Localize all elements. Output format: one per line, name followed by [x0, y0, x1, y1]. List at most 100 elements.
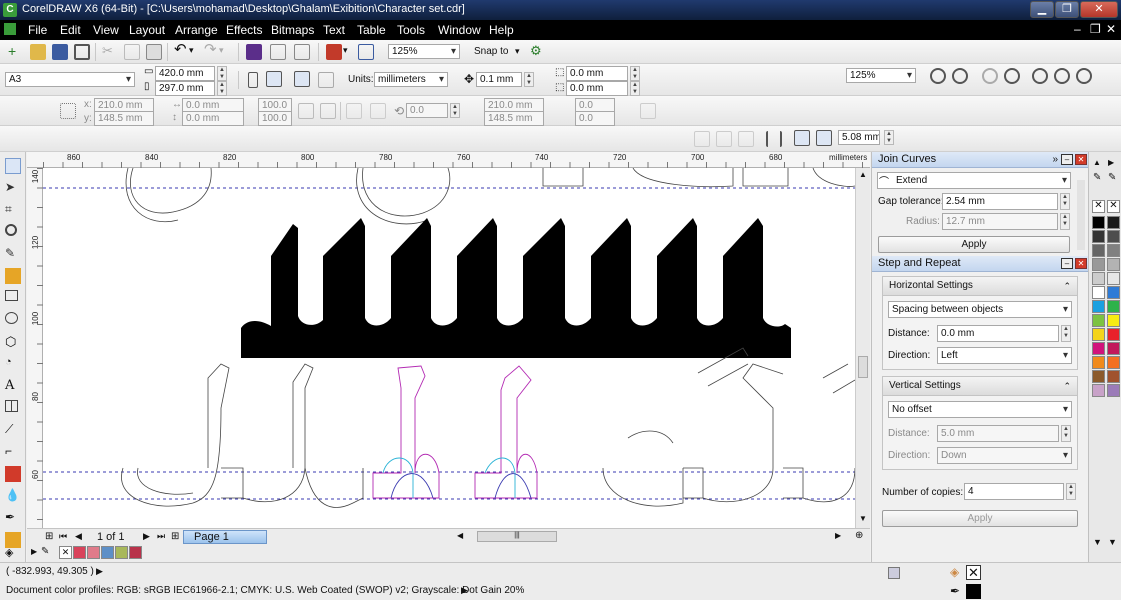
- v-distance-spinner[interactable]: ▲ ▼: [1061, 425, 1071, 442]
- redo-icon[interactable]: ↷: [204, 42, 220, 59]
- rotation-angle-field[interactable]: 0.0: [406, 103, 448, 118]
- basic-shapes-icon[interactable]: ◔: [5, 356, 21, 372]
- palette-eyedropper-icon[interactable]: ✎: [1108, 172, 1116, 183]
- units-dropdown[interactable]: millimeters: [374, 72, 448, 87]
- zoom-icon[interactable]: [5, 224, 17, 236]
- v-distance-field[interactable]: 5.0 mm: [937, 425, 1059, 442]
- align-left-icon[interactable]: [694, 131, 710, 147]
- vertical-scrollbar[interactable]: ▲ ▼: [855, 168, 870, 528]
- portrait-icon[interactable]: [248, 72, 258, 88]
- menu-view[interactable]: View: [93, 23, 119, 37]
- page-width-spinner[interactable]: ▲ ▼: [217, 66, 227, 81]
- palette-swatch[interactable]: [1092, 244, 1105, 257]
- navigator-icon[interactable]: ⊕: [855, 530, 863, 541]
- outline-glyphs-top[interactable]: [125, 168, 855, 225]
- center-y-field[interactable]: 148.5 mm: [484, 111, 544, 126]
- save-icon[interactable]: [52, 44, 68, 60]
- align-right-icon[interactable]: [738, 131, 754, 147]
- gap-tolerance-field[interactable]: 2.54 mm: [942, 193, 1058, 210]
- step-repeat-header[interactable]: Step and Repeat – ✕: [872, 256, 1088, 272]
- polygon-icon[interactable]: ⬡: [5, 334, 21, 350]
- zoom-height-icon[interactable]: [1076, 68, 1092, 84]
- v-direction-dropdown[interactable]: Down: [937, 447, 1072, 464]
- palette-swatch[interactable]: [1092, 384, 1105, 397]
- menu-file[interactable]: File: [28, 23, 47, 37]
- document-icon[interactable]: [4, 23, 16, 35]
- radius-spinner[interactable]: ▲ ▼: [1060, 213, 1070, 230]
- object-details-icon[interactable]: [888, 567, 900, 579]
- landscape-icon[interactable]: [266, 71, 282, 87]
- menu-tools[interactable]: Tools: [397, 23, 425, 37]
- zoom-all-icon[interactable]: [1004, 68, 1020, 84]
- add-page-icon[interactable]: ⊞: [171, 531, 179, 542]
- wrap-text-icon[interactable]: [640, 103, 656, 119]
- object-height-field[interactable]: 0.0 mm: [182, 111, 244, 126]
- scroll-right-icon[interactable]: ▶: [835, 531, 841, 540]
- menu-layout[interactable]: Layout: [129, 23, 165, 37]
- expand-docker-icon[interactable]: »: [1052, 152, 1058, 167]
- coreldraw-app-icon[interactable]: C: [3, 3, 17, 17]
- palette-swatch[interactable]: [1092, 370, 1105, 383]
- welcome-screen-icon[interactable]: [358, 44, 374, 60]
- first-page-arrow-icon[interactable]: ⏮: [59, 531, 67, 542]
- collapse-vertical-icon[interactable]: ⌃: [1063, 377, 1071, 395]
- ellipse-icon[interactable]: [5, 312, 18, 324]
- palette-swatch[interactable]: [1107, 328, 1120, 341]
- palette-swatch[interactable]: [1092, 342, 1105, 355]
- menu-bitmaps[interactable]: Bitmaps: [271, 23, 314, 37]
- smart-fill-icon[interactable]: [5, 268, 21, 284]
- duplicate-y-spinner[interactable]: ▲ ▼: [630, 81, 640, 96]
- menu-edit[interactable]: Edit: [60, 23, 81, 37]
- nudge-spinner[interactable]: ▲ ▼: [524, 72, 534, 87]
- palette-swatch[interactable]: [1107, 314, 1120, 327]
- scale-y-field[interactable]: 100.0: [258, 111, 292, 126]
- page-size-dropdown[interactable]: A3: [5, 72, 135, 87]
- cut-icon[interactable]: ✂: [102, 44, 118, 60]
- gap-tolerance-spinner[interactable]: ▲ ▼: [1060, 193, 1070, 210]
- palette-swatch[interactable]: [1107, 216, 1120, 229]
- zoom-out-icon[interactable]: [952, 68, 968, 84]
- zoom-page-icon[interactable]: [1032, 68, 1048, 84]
- outline-color-indicator[interactable]: [966, 584, 981, 599]
- reference-point-icon[interactable]: [60, 103, 76, 119]
- doc-restore-icon[interactable]: ❐: [1090, 22, 1101, 36]
- horizontal-ruler[interactable]: 860 840 820 800 780 760 740 720 700 680 …: [27, 152, 870, 168]
- lock-ratio-icon[interactable]: [298, 103, 314, 119]
- minimize-docker-icon[interactable]: –: [1061, 154, 1073, 165]
- outline-glyphs-bottom[interactable]: [121, 347, 855, 508]
- minimize-button[interactable]: ▁: [1030, 1, 1054, 18]
- palette-swatch[interactable]: [1092, 258, 1105, 271]
- palette-flyout-icon[interactable]: ▶: [1108, 158, 1114, 167]
- redo-dropdown-icon[interactable]: ▾: [219, 45, 235, 61]
- blend-icon[interactable]: [5, 466, 21, 482]
- palette-swatch[interactable]: [1092, 216, 1105, 229]
- first-page-icon[interactable]: ⊞: [45, 531, 53, 542]
- palette-swatch[interactable]: [1092, 272, 1105, 285]
- palette-swatch[interactable]: [1107, 244, 1120, 257]
- palette-swatch[interactable]: [1092, 286, 1105, 299]
- step-repeat-apply-button[interactable]: Apply: [882, 510, 1078, 527]
- vertical-settings-header[interactable]: Vertical Settings ⌃: [882, 376, 1078, 396]
- palette-swatch[interactable]: [1107, 300, 1120, 313]
- freehand-icon[interactable]: ✎: [5, 246, 21, 262]
- palette-swatch[interactable]: [1092, 300, 1105, 313]
- palette-swatch[interactable]: [1092, 314, 1105, 327]
- no-color-swatch[interactable]: ✕: [1107, 200, 1120, 213]
- snap-to-dropdown[interactable]: Snap to: [474, 46, 508, 57]
- vertical-mode-dropdown[interactable]: No offset: [888, 401, 1072, 418]
- paste-icon[interactable]: [146, 44, 162, 60]
- nudge-distance-field[interactable]: 0.1 mm: [476, 72, 522, 87]
- text-icon[interactable]: A: [5, 378, 21, 394]
- doc-close-icon[interactable]: ✕: [1106, 22, 1116, 36]
- palette-swatch[interactable]: [1107, 356, 1120, 369]
- pick-icon[interactable]: [5, 158, 21, 174]
- palette-swatch[interactable]: [1107, 272, 1120, 285]
- menu-text[interactable]: Text: [323, 23, 345, 37]
- palette-swatch[interactable]: [1092, 356, 1105, 369]
- menu-arrange[interactable]: Arrange: [175, 23, 218, 37]
- guideline-icon[interactable]: [794, 130, 810, 146]
- outline-icon[interactable]: ✒: [5, 510, 21, 526]
- table-icon[interactable]: [5, 400, 18, 412]
- duplicate-y-field[interactable]: 0.0 mm: [566, 81, 628, 96]
- collapse-horizontal-icon[interactable]: ⌃: [1063, 277, 1071, 295]
